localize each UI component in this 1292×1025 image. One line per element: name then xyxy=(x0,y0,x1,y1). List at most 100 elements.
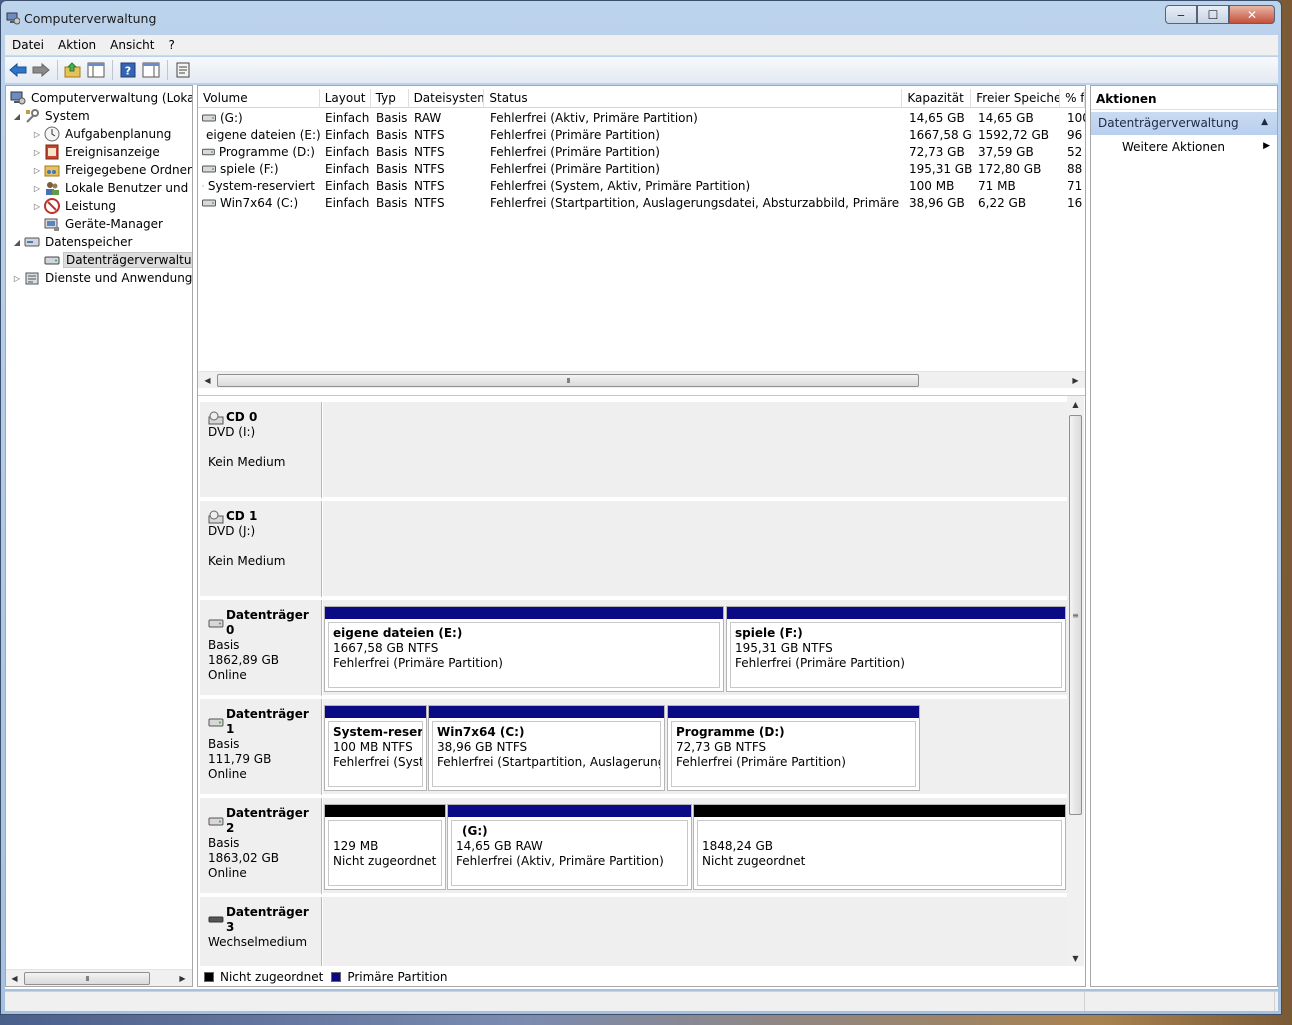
column-header-freier-speicher[interactable]: Freier Speicher xyxy=(971,89,1061,108)
column-header-dateisystem[interactable]: Dateisystem xyxy=(409,89,485,108)
back-button[interactable] xyxy=(7,59,29,81)
tree-item-ereignisanzeige[interactable]: ▷ Ereignisanzeige xyxy=(32,143,162,161)
tree-item-aufgabenplanung[interactable]: ▷ Aufgabenplanung xyxy=(32,125,173,143)
scroll-thumb[interactable]: III xyxy=(217,374,919,387)
partition-programme[interactable]: Programme (D:) 72,73 GB NTFS Fehlerfrei … xyxy=(667,705,920,791)
up-level-button[interactable] xyxy=(62,59,84,81)
menu-ansicht[interactable]: Ansicht xyxy=(103,38,161,52)
show-hide-action-button[interactable] xyxy=(140,59,162,81)
storage-icon xyxy=(24,237,40,247)
tree-item-lokale-benutzer[interactable]: ▷ Lokale Benutzer und Gr xyxy=(32,179,192,197)
disk-name: Datenträger 2 xyxy=(225,806,309,835)
expanded-icon[interactable]: ◢ xyxy=(12,238,22,247)
tree-item-root[interactable]: Computerverwaltung (Lokal) xyxy=(8,89,192,107)
tree-item-datentraegerverwaltung[interactable]: Datenträgerverwaltung xyxy=(42,251,192,269)
disk-vertical-scrollbar[interactable]: ▲ ≡ ▼ xyxy=(1067,396,1084,966)
collapse-up-icon[interactable]: ▲ xyxy=(1261,117,1268,127)
cell-kapazitaet: 72,73 GB xyxy=(904,145,973,159)
column-header-kapazitaet[interactable]: Kapazität xyxy=(902,89,972,108)
scroll-left-icon[interactable]: ◀ xyxy=(6,971,23,986)
tree-item-leistung[interactable]: ▷ Leistung xyxy=(32,197,118,215)
maximize-button[interactable]: ☐ xyxy=(1197,5,1229,24)
menu-help[interactable]: ? xyxy=(161,38,181,52)
disk-info-0[interactable]: Datenträger 0 Basis 1862,89 GB Online xyxy=(200,600,322,697)
tree-item-freigegebene-ordner[interactable]: ▷ Freigegebene Ordner xyxy=(32,161,192,179)
collapsed-icon[interactable]: ▷ xyxy=(32,166,42,175)
properties-button[interactable] xyxy=(172,59,194,81)
cell-kapazitaet: 195,31 GB xyxy=(904,162,973,176)
tree-horizontal-scrollbar[interactable]: ◀ III ▶ xyxy=(6,969,192,986)
cell-text: Basis xyxy=(376,127,408,142)
volume-row[interactable]: (G:) Einfach Basis RAW Fehlerfrei (Aktiv, Pr… xyxy=(198,109,1085,126)
tree-item-geraete-manager[interactable]: Geräte-Manager xyxy=(42,215,165,233)
scroll-right-icon[interactable]: ▶ xyxy=(174,971,191,986)
partition-unallocated-1[interactable]: 129 MB Nicht zugeordnet xyxy=(324,804,446,890)
cell-text: Einfach xyxy=(325,195,370,210)
close-button[interactable]: ✕ xyxy=(1229,5,1275,24)
partition-unallocated-2[interactable]: 1848,24 GB Nicht zugeordnet xyxy=(693,804,1066,890)
cell-freier-speicher: 71 MB xyxy=(973,179,1062,193)
tree-item-dienste[interactable]: ▷ Dienste und Anwendungen xyxy=(12,269,192,287)
partition-g[interactable]: (G:) 14,65 GB RAW Fehlerfrei (Aktiv, Pri… xyxy=(447,804,692,890)
collapsed-icon[interactable]: ▷ xyxy=(32,130,42,139)
disk-info-3[interactable]: Datenträger 3 Wechselmedium Kein Medium xyxy=(200,897,322,966)
cell-status: Fehlerfrei (Aktiv, Primäre Partition) xyxy=(485,111,904,125)
collapsed-icon[interactable]: ▷ xyxy=(32,202,42,211)
help-button[interactable]: ? xyxy=(117,59,139,81)
scroll-thumb[interactable]: III xyxy=(24,972,150,985)
expanded-icon[interactable]: ◢ xyxy=(12,112,22,121)
cell-text: NTFS xyxy=(414,127,445,142)
volume-row[interactable]: System-reserviert Einfach Basis NTFS Fehlerf… xyxy=(198,177,1085,194)
partition-win7x64[interactable]: Win7x64 (C:) 38,96 GB NTFS Fehlerfrei (S… xyxy=(428,705,665,791)
volume-row[interactable]: spiele (F:) Einfach Basis NTFS Fehlerfrei (P… xyxy=(198,160,1085,177)
disk-graphical-view: CD 0 DVD (I:) Kein Medium CD 1 DVD (J:) … xyxy=(198,395,1085,966)
scroll-up-icon[interactable]: ▲ xyxy=(1067,396,1084,413)
collapsed-icon[interactable]: ▷ xyxy=(32,148,42,157)
cell-text: eigene dateien (E:) xyxy=(206,127,320,142)
scroll-left-icon[interactable]: ◀ xyxy=(199,373,216,388)
disk-info-2[interactable]: Datenträger 2 Basis 1863,02 GB Online xyxy=(200,798,322,895)
collapsed-icon[interactable]: ▷ xyxy=(32,184,42,193)
list-horizontal-scrollbar[interactable]: ◀ III ▶ xyxy=(198,371,1085,388)
cell-text: 72,73 GB xyxy=(909,144,965,159)
tree-item-datenspeicher[interactable]: ◢ Datenspeicher xyxy=(12,233,134,251)
disk-partition-area: eigene dateien (E:) 1667,58 GB NTFS Fehl… xyxy=(323,600,1067,697)
actions-section-datentraegerverwaltung[interactable]: Datenträgerverwaltung ▲ xyxy=(1091,112,1277,135)
column-header-typ[interactable]: Typ xyxy=(371,89,409,108)
menu-datei[interactable]: Datei xyxy=(5,38,51,52)
column-header-status[interactable]: Status xyxy=(484,89,903,108)
column-header-volume[interactable]: Volume xyxy=(198,89,320,108)
volume-row[interactable]: Programme (D:) Einfach Basis NTFS Fehlerfrei… xyxy=(198,143,1085,160)
volume-row[interactable]: eigene dateien (E:) Einfach Basis NTFS Fehle… xyxy=(198,126,1085,143)
partition-size: 72,73 GB NTFS xyxy=(676,740,767,754)
scroll-right-icon[interactable]: ▶ xyxy=(1067,373,1084,388)
tree-item-system[interactable]: ◢ System xyxy=(12,107,92,125)
disk-info-1[interactable]: Datenträger 1 Basis 111,79 GB Online xyxy=(200,699,322,796)
disk-info-cd0[interactable]: CD 0 DVD (I:) Kein Medium xyxy=(200,402,322,499)
partition-spiele[interactable]: spiele (F:) 195,31 GB NTFS Fehlerfrei (P… xyxy=(726,606,1066,692)
collapsed-icon[interactable]: ▷ xyxy=(12,274,22,283)
cell-text: 172,80 GB xyxy=(978,161,1042,176)
maximize-icon: ☐ xyxy=(1207,7,1219,22)
partition-eigene-dateien[interactable]: eigene dateien (E:) 1667,58 GB NTFS Fehl… xyxy=(324,606,724,692)
column-header-layout[interactable]: Layout xyxy=(320,89,371,108)
show-hide-tree-button[interactable] xyxy=(85,59,107,81)
volume-row[interactable]: Win7x64 (C:) Einfach Basis NTFS Fehlerfrei (… xyxy=(198,194,1085,211)
navigation-tree: Computerverwaltung (Lokal) ◢ System ▷ Au… xyxy=(5,85,193,987)
scroll-down-icon[interactable]: ▼ xyxy=(1067,950,1084,966)
menu-aktion[interactable]: Aktion xyxy=(51,38,103,52)
toolbar-separator xyxy=(167,60,168,80)
forward-button[interactable] xyxy=(30,59,52,81)
title-bar[interactable]: Computerverwaltung ‒ ☐ ✕ xyxy=(1,1,1281,33)
scroll-thumb[interactable]: ≡ xyxy=(1069,415,1082,815)
action-weitere-aktionen[interactable]: Weitere Aktionen ▶ xyxy=(1091,135,1277,158)
services-icon xyxy=(25,272,39,285)
tree-label-leistung: Leistung xyxy=(65,199,116,213)
partition-system-reserviert[interactable]: System-reservie 100 MB NTFS Fehlerfrei (… xyxy=(324,705,427,791)
shared-folder-icon xyxy=(44,165,60,177)
cell-dateisystem: NTFS xyxy=(409,179,485,193)
hard-disk-icon xyxy=(208,817,224,826)
column-header-percent-free[interactable]: % f xyxy=(1060,89,1085,108)
minimize-button[interactable]: ‒ xyxy=(1165,5,1197,24)
disk-info-cd1[interactable]: CD 1 DVD (J:) Kein Medium xyxy=(200,501,322,598)
